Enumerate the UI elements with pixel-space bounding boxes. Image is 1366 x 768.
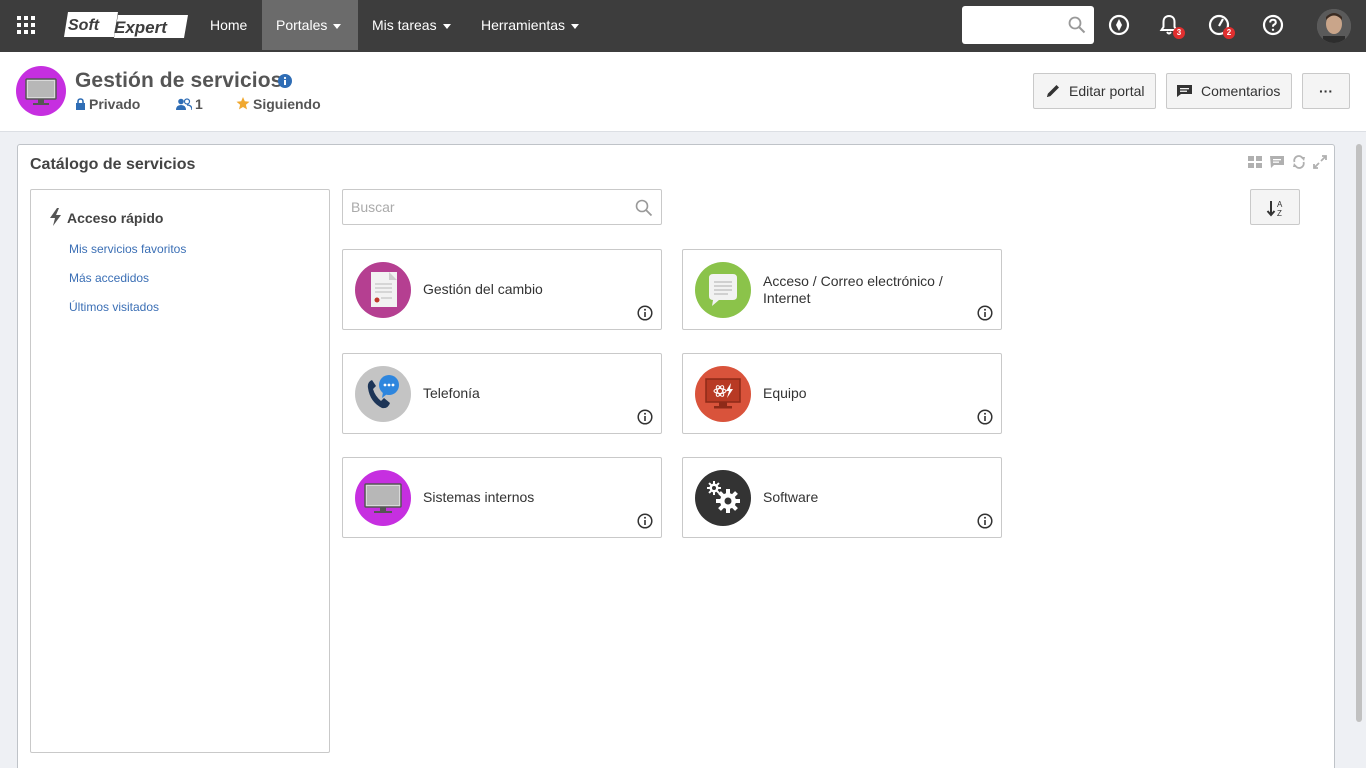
members-count-label: 1 [195, 96, 203, 112]
compass-icon[interactable] [1107, 13, 1131, 37]
edit-portal-label: Editar portal [1069, 83, 1145, 99]
service-card-equipo[interactable]: Equipo [682, 353, 1002, 434]
members-count[interactable]: 1 [176, 96, 203, 112]
softexpert-logo[interactable]: Soft Expert [62, 11, 190, 39]
follow-status[interactable]: Siguiendo [236, 96, 321, 112]
portal-header: Gestión de servicios Privado 1 Siguiendo… [0, 52, 1366, 132]
catalog-search-input[interactable] [351, 190, 621, 224]
info-icon[interactable] [977, 513, 993, 529]
tasks-gauge-icon[interactable]: 2 [1207, 13, 1235, 39]
svg-text:A: A [1277, 200, 1283, 209]
service-label: Equipo [763, 385, 807, 401]
service-card-software[interactable]: Software [682, 457, 1002, 538]
svg-text:Soft: Soft [68, 17, 100, 34]
service-label: Acceso / Correo electrónico / Internet [763, 272, 943, 306]
page-scrollbar[interactable] [1356, 144, 1362, 722]
service-card-gestion-cambio[interactable]: Gestión del cambio [342, 249, 662, 330]
nav-herramientas[interactable]: Herramientas [467, 0, 593, 50]
phone-chat-icon [355, 366, 411, 422]
help-icon[interactable] [1261, 13, 1285, 37]
service-card-acceso-correo[interactable]: Acceso / Correo electrónico / Internet [682, 249, 1002, 330]
edit-portal-button[interactable]: Editar portal [1033, 73, 1156, 109]
top-navigation-bar: Soft Expert Home Portales Mis tareas Her… [0, 0, 1366, 52]
info-icon[interactable] [637, 513, 653, 529]
privacy-label: Privado [89, 96, 141, 112]
follow-label: Siguiendo [253, 96, 321, 112]
nav-herramientas-label: Herramientas [481, 17, 566, 33]
search-icon[interactable] [635, 199, 653, 217]
link-recently-visited[interactable]: Últimos visitados [69, 300, 159, 314]
catalog-search [342, 189, 662, 225]
sort-az-icon: AZ [1266, 200, 1283, 218]
more-options-button[interactable]: ··· [1302, 73, 1350, 109]
sort-az-button[interactable]: AZ [1250, 189, 1300, 225]
layout-grid-icon[interactable] [1248, 155, 1262, 169]
link-favorite-services[interactable]: Mis servicios favoritos [69, 242, 186, 256]
info-icon[interactable] [977, 409, 993, 425]
nav-mis-tareas-label: Mis tareas [372, 17, 437, 33]
chevron-down-icon [442, 23, 451, 29]
svg-text:Expert: Expert [114, 18, 168, 37]
monitor-icon [16, 66, 66, 116]
service-card-telefonia[interactable]: Telefonía [342, 353, 662, 434]
chevron-down-icon [333, 23, 342, 29]
quick-access-heading: Acceso rápido [49, 208, 163, 226]
link-most-accessed[interactable]: Más accedidos [69, 271, 149, 285]
comments-button[interactable]: Comentarios [1166, 73, 1292, 109]
service-label: Gestión del cambio [423, 281, 543, 297]
info-icon[interactable] [637, 409, 653, 425]
quick-access-panel: Acceso rápido Mis servicios favoritos Má… [30, 189, 330, 753]
service-label: Telefonía [423, 385, 480, 401]
notifications-badge: 3 [1173, 27, 1185, 39]
chevron-down-icon [571, 23, 580, 29]
user-avatar[interactable] [1317, 9, 1351, 43]
star-icon [236, 97, 250, 110]
pencil-icon [1047, 85, 1059, 97]
nav-portales-label: Portales [276, 17, 328, 33]
gears-icon [695, 470, 751, 526]
document-icon [355, 262, 411, 318]
service-catalog-widget: Catálogo de servicios Acceso rápido Mis … [17, 144, 1335, 768]
expand-icon[interactable] [1313, 155, 1327, 169]
nav-home[interactable]: Home [196, 0, 261, 50]
refresh-icon[interactable] [1292, 155, 1306, 169]
chat-bubble-icon [695, 262, 751, 318]
nav-portales[interactable]: Portales [262, 0, 358, 50]
tasks-badge: 2 [1223, 27, 1235, 39]
global-search-input[interactable] [970, 6, 1070, 42]
privacy-status: Privado [75, 96, 140, 112]
quick-access-title: Acceso rápido [67, 210, 164, 226]
global-search [962, 6, 1094, 44]
lock-icon [76, 98, 85, 110]
service-label: Sistemas internos [423, 489, 535, 505]
more-options-label: ··· [1319, 83, 1333, 99]
service-card-sistemas-internos[interactable]: Sistemas internos [342, 457, 662, 538]
monitor-icon [355, 470, 411, 526]
lightning-icon [50, 208, 61, 226]
users-icon [176, 98, 193, 111]
widget-title: Catálogo de servicios [30, 156, 196, 173]
search-icon[interactable] [1068, 16, 1086, 34]
monitor-atom-icon [695, 366, 751, 422]
nav-mis-tareas[interactable]: Mis tareas [358, 0, 465, 50]
svg-text:Z: Z [1277, 209, 1282, 218]
page-title: Gestión de servicios [75, 69, 283, 92]
comment-icon[interactable] [1270, 155, 1284, 169]
apps-grid-icon[interactable] [16, 15, 36, 35]
nav-home-label: Home [210, 17, 248, 33]
info-icon[interactable] [637, 305, 653, 321]
info-icon[interactable] [977, 305, 993, 321]
notifications-bell-icon[interactable]: 3 [1157, 13, 1185, 39]
info-icon[interactable] [278, 74, 292, 88]
comment-icon [1177, 85, 1192, 97]
service-label: Software [763, 489, 819, 505]
comments-label: Comentarios [1201, 83, 1281, 99]
